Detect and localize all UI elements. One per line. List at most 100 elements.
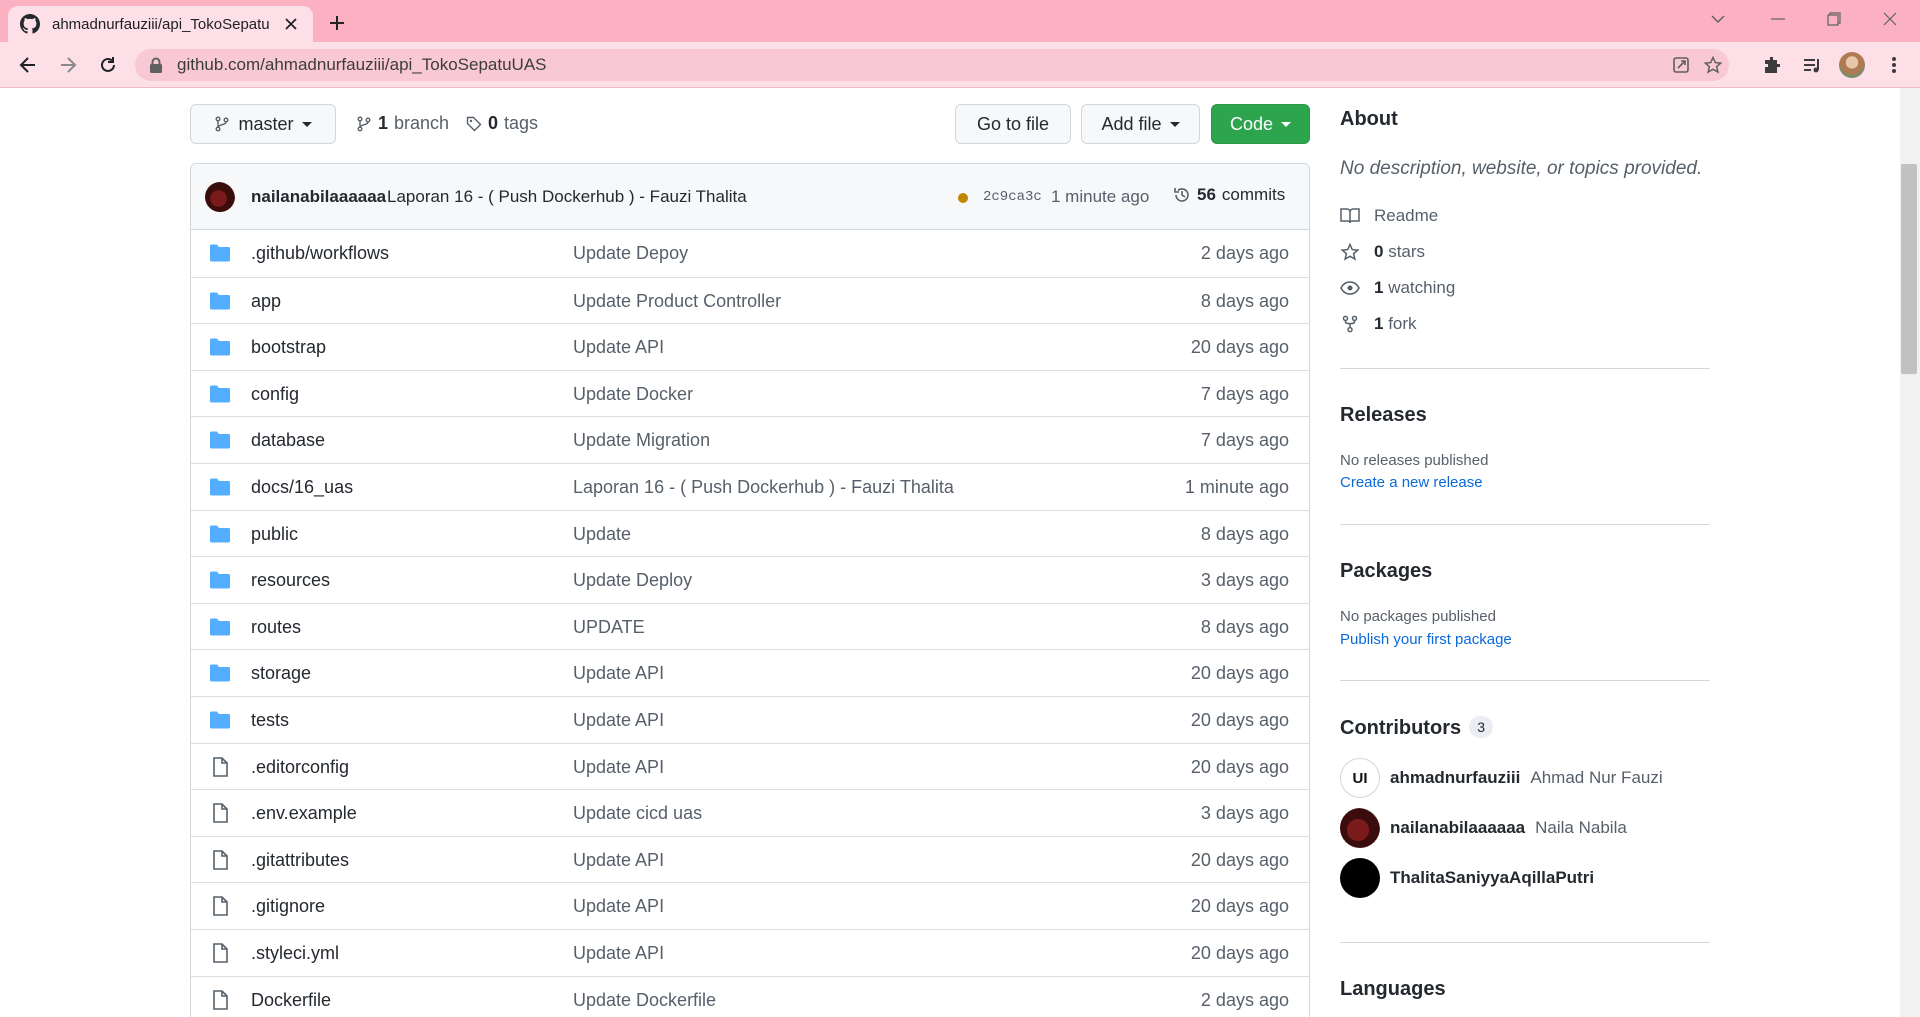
reload-button[interactable] (92, 49, 124, 81)
file-name-link[interactable]: .styleci.yml (251, 943, 339, 964)
share-icon[interactable] (1671, 55, 1691, 75)
file-row[interactable]: .github/workflows Update Depoy 2 days ago (191, 230, 1309, 276)
file-name-link[interactable]: database (251, 430, 325, 451)
file-commit-message[interactable]: Update Product Controller (573, 291, 781, 312)
file-commit-message[interactable]: Update API (573, 663, 664, 684)
file-row[interactable]: .env.example Update cicd uas 3 days ago (191, 789, 1309, 835)
minimize-button[interactable] (1750, 0, 1806, 38)
browser-tab[interactable]: ahmadnurfauziii/api_TokoSepatu (8, 6, 313, 42)
tab-search-icon[interactable] (1690, 0, 1746, 38)
address-bar[interactable]: github.com/ahmadnurfauziii/api_TokoSepat… (135, 49, 1729, 81)
contributor-item[interactable]: ThalitaSaniyyaAqillaPutri (1340, 858, 1594, 898)
file-name-link[interactable]: public (251, 524, 298, 545)
create-release-link[interactable]: Create a new release (1340, 474, 1483, 491)
file-row[interactable]: database Update Migration 7 days ago (191, 416, 1309, 462)
profile-avatar[interactable] (1836, 49, 1868, 81)
extensions-icon[interactable] (1756, 49, 1788, 81)
tags-link[interactable]: 0 tags (466, 113, 538, 134)
file-commit-message[interactable]: Update Deploy (573, 570, 692, 591)
releases-heading[interactable]: Releases (1340, 404, 1427, 427)
file-commit-message[interactable]: Update cicd uas (573, 803, 702, 824)
add-file-button[interactable]: Add file (1081, 104, 1200, 144)
file-row[interactable]: config Update Docker 7 days ago (191, 369, 1309, 416)
file-row[interactable]: .gitattributes Update API 20 days ago (191, 835, 1309, 882)
file-row[interactable]: .styleci.yml Update API 20 days ago (191, 929, 1309, 975)
file-name-link[interactable]: .env.example (251, 803, 357, 824)
file-name-link[interactable]: docs/16_uas (251, 477, 353, 498)
file-name-link[interactable]: resources (251, 570, 330, 591)
publish-package-link[interactable]: Publish your first package (1340, 631, 1512, 648)
bookmark-star-icon[interactable] (1703, 55, 1723, 75)
file-name-link[interactable]: tests (251, 710, 289, 731)
file-commit-message[interactable]: Update API (573, 896, 664, 917)
scrollbar-thumb[interactable] (1901, 164, 1917, 374)
close-icon[interactable] (281, 14, 301, 34)
close-window-button[interactable] (1862, 0, 1918, 38)
watching-link[interactable]: 1 watching (1340, 278, 1455, 298)
file-name-link[interactable]: config (251, 384, 299, 405)
commits-link[interactable]: 56 commits (1173, 185, 1285, 205)
file-name-link[interactable]: Dockerfile (251, 990, 331, 1011)
file-commit-message[interactable]: Update API (573, 337, 664, 358)
contributor-login[interactable]: nailanabilaaaaaa (1390, 818, 1525, 838)
file-commit-message[interactable]: Update Dockerfile (573, 990, 716, 1011)
file-name-link[interactable]: app (251, 291, 281, 312)
commit-author[interactable]: nailanabilaaaaaa (251, 187, 386, 207)
file-name-link[interactable]: .gitattributes (251, 850, 349, 871)
file-name-link[interactable]: storage (251, 663, 311, 684)
file-name-link[interactable]: routes (251, 617, 301, 638)
url-text[interactable]: github.com/ahmadnurfauziii/api_TokoSepat… (177, 55, 547, 75)
file-row[interactable]: docs/16_uas Laporan 16 - ( Push Dockerhub… (191, 463, 1309, 509)
file-commit-message[interactable]: Update API (573, 757, 664, 778)
file-row[interactable]: storage Update API 20 days ago (191, 649, 1309, 695)
file-commit-message[interactable]: UPDATE (573, 617, 645, 638)
file-row[interactable]: Dockerfile Update Dockerfile 2 days ago (191, 975, 1309, 1017)
file-commit-message[interactable]: Update Depoy (573, 243, 688, 264)
packages-heading[interactable]: Packages (1340, 560, 1432, 583)
contributor-item[interactable]: nailanabilaaaaaa Naila Nabila (1340, 808, 1627, 848)
file-row[interactable]: public Update 8 days ago (191, 509, 1309, 556)
file-name-link[interactable]: .github/workflows (251, 243, 389, 264)
file-name-link[interactable]: .editorconfig (251, 757, 349, 778)
file-row[interactable]: app Update Product Controller 8 days ago (191, 276, 1309, 323)
code-button[interactable]: Code (1211, 104, 1310, 144)
commit-author-avatar[interactable] (205, 182, 235, 212)
forks-link[interactable]: 1 fork (1340, 314, 1417, 334)
file-commit-message[interactable]: Update (573, 524, 631, 545)
forward-button[interactable] (52, 49, 84, 81)
file-row[interactable]: .editorconfig Update API 20 days ago (191, 742, 1309, 789)
file-row[interactable]: .gitignore Update API 20 days ago (191, 882, 1309, 928)
go-to-file-button[interactable]: Go to file (955, 104, 1071, 144)
file-name-link[interactable]: bootstrap (251, 337, 326, 358)
readme-link[interactable]: Readme (1340, 206, 1438, 226)
contributor-login[interactable]: ahmadnurfauziii (1390, 768, 1520, 788)
file-commit-message[interactable]: Update Docker (573, 384, 693, 405)
back-button[interactable] (12, 49, 44, 81)
file-row[interactable]: bootstrap Update API 20 days ago (191, 323, 1309, 369)
commit-message[interactable]: Laporan 16 - ( Push Dockerhub ) - Fauzi … (387, 187, 747, 207)
file-commit-message[interactable]: Update API (573, 710, 664, 731)
new-tab-button[interactable] (323, 9, 351, 37)
file-commit-message[interactable]: Update Migration (573, 430, 710, 451)
commit-sha[interactable]: 2c9ca3c (983, 189, 1042, 205)
lock-icon[interactable] (149, 57, 163, 73)
contributor-avatar[interactable]: UI (1340, 758, 1380, 798)
contributor-avatar[interactable] (1340, 808, 1380, 848)
branches-link[interactable]: 1 branch (356, 113, 449, 134)
file-name-link[interactable]: .gitignore (251, 896, 325, 917)
restore-button[interactable] (1806, 0, 1862, 38)
contributors-heading[interactable]: Contributors 3 (1340, 716, 1494, 740)
menu-icon[interactable] (1878, 49, 1910, 81)
stars-link[interactable]: 0 stars (1340, 242, 1425, 262)
commit-status-dot[interactable] (958, 193, 968, 203)
file-row[interactable]: resources Update Deploy 3 days ago (191, 556, 1309, 602)
contributor-login[interactable]: ThalitaSaniyyaAqillaPutri (1390, 868, 1594, 888)
branch-selector[interactable]: master (190, 104, 336, 144)
file-commit-message[interactable]: Laporan 16 - ( Push Dockerhub ) - Fauzi … (573, 477, 954, 498)
file-commit-message[interactable]: Update API (573, 943, 664, 964)
file-commit-message[interactable]: Update API (573, 850, 664, 871)
contributor-avatar[interactable] (1340, 858, 1380, 898)
contributor-item[interactable]: UI ahmadnurfauziii Ahmad Nur Fauzi (1340, 758, 1663, 798)
reading-list-icon[interactable] (1796, 49, 1828, 81)
file-row[interactable]: routes UPDATE 8 days ago (191, 602, 1309, 649)
